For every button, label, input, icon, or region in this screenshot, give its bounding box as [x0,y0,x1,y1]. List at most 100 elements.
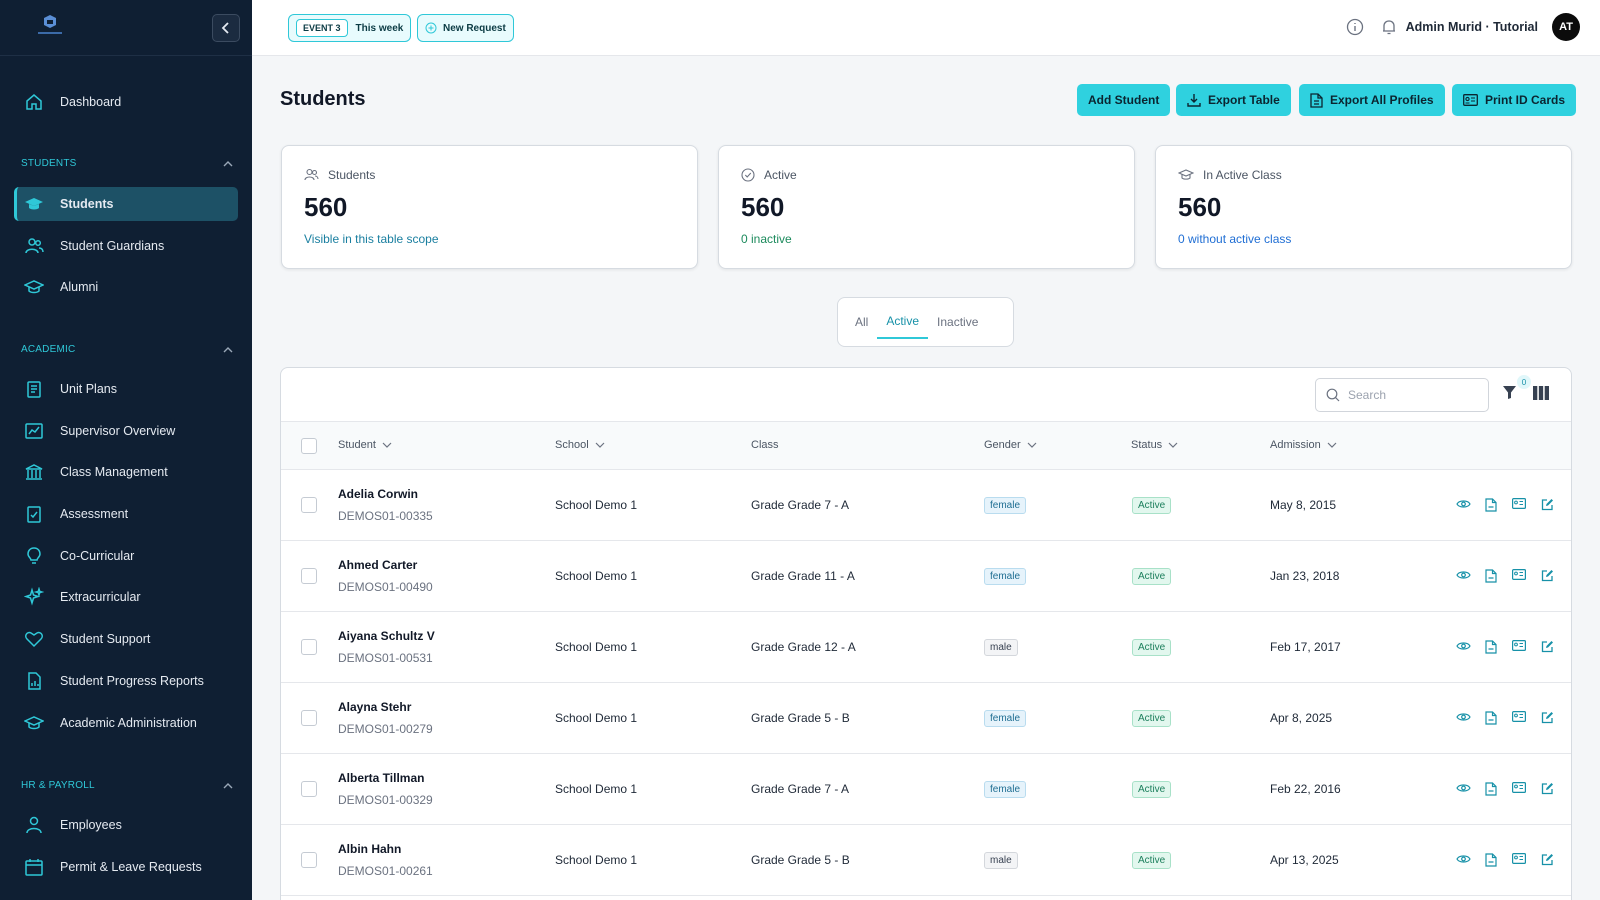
id-card-icon[interactable] [1505,569,1533,583]
view-icon[interactable] [1449,853,1477,867]
sidebar-item-employees[interactable]: Employees [14,808,238,842]
student-name[interactable]: Ahmed Carter [338,558,417,572]
document-icon[interactable] [1477,569,1505,583]
id-card-icon[interactable] [1505,640,1533,654]
sidebar-item-extracurricular[interactable]: Extracurricular [14,580,238,614]
sidebar-item-permit-leave-requests[interactable]: Permit & Leave Requests [14,850,238,884]
student-name[interactable]: Alayna Stehr [338,700,411,714]
column-header-status[interactable]: Status [1131,439,1178,451]
stat-value: 560 [1178,192,1222,222]
view-icon[interactable] [1449,640,1477,654]
sidebar-item-assessment[interactable]: Assessment [14,497,238,531]
edit-icon[interactable] [1533,569,1561,583]
gender-badge: female [984,497,1027,514]
row-checkbox[interactable] [301,781,317,797]
admission-date: Feb 22, 2016 [1270,782,1341,796]
document-icon[interactable] [1477,498,1505,512]
stat-card-in-active-class: In Active Class 560 0 without active cla… [1155,145,1572,269]
view-icon[interactable] [1449,498,1477,512]
table-row[interactable]: Alberta Tillman DEMOS01-00329 School Dem… [281,754,1571,825]
id-card-icon[interactable] [1505,711,1533,725]
sidebar-item-unit-plans[interactable]: Unit Plans [14,372,238,406]
edit-icon[interactable] [1533,853,1561,867]
view-icon[interactable] [1449,569,1477,583]
edit-icon[interactable] [1533,498,1561,512]
sidebar-item-class-management[interactable]: Class Management [14,455,238,489]
search-placeholder: Search [1348,388,1387,402]
avatar[interactable]: AT [1552,13,1580,41]
document-icon[interactable] [1477,782,1505,796]
print-id-cards-button[interactable]: Print ID Cards [1452,84,1577,116]
add-student-button[interactable]: Add Student [1077,84,1171,116]
sidebar-item-alumni[interactable]: Alumni [14,270,238,304]
column-header-student[interactable]: Student [338,439,392,451]
new-request-label: New Request [443,22,506,34]
id-card-icon [1463,94,1478,106]
sidebar-item-students[interactable]: Students [14,187,238,221]
section-header-students[interactable]: STUDENTS [21,158,233,169]
section-header-hr-payroll[interactable]: HR & PAYROLL [21,780,233,791]
edit-icon[interactable] [1533,640,1561,654]
row-checkbox[interactable] [301,710,317,726]
collapse-sidebar-button[interactable] [212,14,240,42]
id-card-icon[interactable] [1505,782,1533,796]
document-icon[interactable] [1477,711,1505,725]
graduation-cap-outline-icon [24,713,44,733]
row-checkbox[interactable] [301,497,317,513]
sidebar-item-student-guardians[interactable]: Student Guardians [14,229,238,263]
table-row[interactable]: Alayna Stehr DEMOS01-00279 School Demo 1… [281,683,1571,754]
new-request-button[interactable]: New Request [417,14,514,42]
view-icon[interactable] [1449,782,1477,796]
table-row[interactable]: Adelia Corwin DEMOS01-00335 School Demo … [281,470,1571,541]
select-all-checkbox[interactable] [301,438,317,454]
bell-icon[interactable] [1380,18,1398,36]
column-header-admission[interactable]: Admission [1270,439,1337,451]
user-name[interactable]: Admin Murid · Tutorial [1406,20,1538,34]
student-name[interactable]: Alberta Tillman [338,771,424,785]
sidebar-item-dashboard[interactable]: Dashboard [14,85,238,119]
sidebar-item-academic-administration[interactable]: Academic Administration [14,706,238,740]
section-header-academic[interactable]: ACADEMIC [21,344,233,355]
stat-subtext: 0 inactive [741,232,792,246]
columns-icon[interactable] [1533,386,1549,400]
stat-label: Active [741,168,797,182]
row-actions [1449,711,1561,725]
sidebar-item-label: Employees [60,818,122,832]
tab-inactive[interactable]: Inactive [928,305,987,339]
export-profiles-button[interactable]: Export All Profiles [1299,84,1445,116]
event-pill[interactable]: EVENT 3 This week [288,14,412,42]
row-checkbox[interactable] [301,639,317,655]
filter-icon[interactable] [1502,385,1517,400]
column-header-school[interactable]: School [555,439,605,451]
table-row[interactable]: Ahmed Carter DEMOS01-00490 School Demo 1… [281,541,1571,612]
student-name[interactable]: Albin Hahn [338,842,401,856]
row-checkbox[interactable] [301,568,317,584]
row-checkbox[interactable] [301,852,317,868]
edit-icon[interactable] [1533,711,1561,725]
document-icon[interactable] [1477,640,1505,654]
search-input[interactable]: Search [1315,378,1489,412]
sidebar-item-supervisor-overview[interactable]: Supervisor Overview [14,414,238,448]
edit-icon[interactable] [1533,782,1561,796]
table-row[interactable]: Albin Hahn DEMOS01-00261 School Demo 1 G… [281,825,1571,896]
graduation-cap-icon [24,194,44,214]
sidebar-item-student-progress-reports[interactable]: Student Progress Reports [14,664,238,698]
tab-active[interactable]: Active [877,305,929,339]
export-table-button[interactable]: Export Table [1176,84,1291,116]
student-name[interactable]: Aiyana Schultz V [338,629,435,643]
student-name[interactable]: Adelia Corwin [338,487,418,501]
users-icon [24,236,44,256]
id-card-icon[interactable] [1505,498,1533,512]
table-header: Student School Class Gender Status Admis… [281,422,1571,470]
table-row[interactable]: Aiyana Schultz V DEMOS01-00531 School De… [281,612,1571,683]
sidebar-item-student-support[interactable]: Student Support [14,622,238,656]
column-header-gender[interactable]: Gender [984,439,1037,451]
view-icon[interactable] [1449,711,1477,725]
document-icon[interactable] [1477,853,1505,867]
id-card-icon[interactable] [1505,853,1533,867]
info-icon[interactable] [1346,18,1364,36]
tab-all[interactable]: All [846,305,877,339]
topbar-user-area: Admin Murid · Tutorial AT [1346,13,1580,41]
page-title: Students [280,88,366,110]
sidebar-item-co-curricular[interactable]: Co-Curricular [14,539,238,573]
